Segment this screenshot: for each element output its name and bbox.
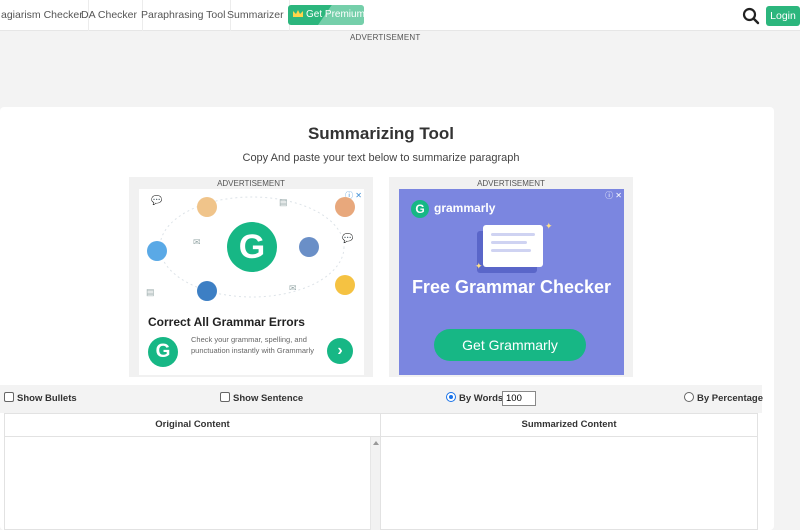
by-percentage-option[interactable]: By Percentage [684,392,764,405]
ad-left-creative[interactable]: ⓘ ✕ 💬 ▤ ✉ G 💬 ▤ ✉ Correct All Grammar Er… [139,189,364,375]
avatar [147,241,167,261]
top-nav: agiarism Checker DA Checker Paraphrasing… [0,0,800,31]
summarized-content-panel: Summarized Content [380,413,758,530]
words-count-input[interactable] [502,391,536,406]
options-bar [0,385,762,413]
nav-summarizer[interactable]: Summarizer [222,0,290,31]
ad-right-headline: Free Grammar Checker [411,277,612,297]
ad-left-label: ADVERTISEMENT [217,179,285,188]
original-content-header: Original Content [5,414,380,437]
mail-icon: ✉ [193,237,201,247]
sparkle-icon: ✦ [545,221,553,231]
document-icon [483,225,543,267]
show-sentence-label: Show Sentence [233,393,304,404]
grammarly-small-icon: G [148,337,178,367]
ad-right-creative[interactable]: ⓘ ✕ G grammarly ✦ ✦ Free Grammar Checker… [399,189,624,375]
ad-right-brand: grammarly [434,201,496,215]
show-bullets-option[interactable]: Show Bullets [4,392,77,405]
avatar [299,237,319,257]
get-premium-button[interactable]: Get Premium [288,5,364,25]
grammarly-logo-icon: G [227,222,277,272]
avatar [335,197,355,217]
show-sentence-checkbox[interactable] [220,392,230,403]
chat-icon: 💬 [342,233,354,243]
doc-icon: ▤ [279,197,288,207]
advertisement-label: ADVERTISEMENT [350,33,421,42]
avatar [197,197,217,217]
chevron-right-icon[interactable]: › [327,338,353,364]
page-title: Summarizing Tool [307,124,455,143]
by-words-label: By Words [459,393,504,404]
premium-label: Get Premium [306,9,364,20]
scroll-up-icon[interactable] [373,441,379,445]
by-words-radio[interactable] [446,392,456,403]
summarized-content-header: Summarized Content [381,414,757,437]
sparkle-icon: ✦ [475,261,483,271]
show-bullets-checkbox[interactable] [4,392,14,403]
page-subtitle: Copy And paste your text below to summar… [242,152,520,164]
chat-icon: 💬 [151,195,163,205]
ad-right: ADVERTISEMENT ⓘ ✕ G grammarly ✦ ✦ Free G… [389,177,633,377]
ad-left-headline: Correct All Grammar Errors [148,315,305,329]
mail-icon: ✉ [289,283,297,293]
original-content-panel: Original Content [4,413,381,530]
doc-icon: ▤ [146,287,155,297]
show-sentence-option[interactable]: Show Sentence [220,392,304,405]
show-bullets-label: Show Bullets [17,393,77,404]
search-icon[interactable] [742,7,760,25]
nav-da-checker[interactable]: DA Checker [76,0,144,31]
ad-left-body: Check your grammar, spelling, and punctu… [191,335,314,355]
login-button[interactable]: Login [766,6,800,26]
by-words-option[interactable]: By Words [446,392,504,405]
avatar [335,275,355,295]
ad-right-label: ADVERTISEMENT [477,179,545,188]
get-grammarly-button[interactable]: Get Grammarly [434,329,586,361]
by-percentage-label: By Percentage [697,393,764,404]
crown-icon [293,10,303,17]
scrollbar[interactable] [370,437,380,530]
nav-paraphrasing-tool[interactable]: Paraphrasing Tool [136,0,232,31]
ad-left: ADVERTISEMENT ⓘ ✕ 💬 ▤ ✉ G 💬 ▤ ✉ Correct … [129,177,373,377]
grammarly-logo-icon: G [411,200,429,218]
by-percentage-radio[interactable] [684,392,694,403]
avatar [197,281,217,301]
adchoices-icon[interactable]: ⓘ ✕ [605,190,622,201]
